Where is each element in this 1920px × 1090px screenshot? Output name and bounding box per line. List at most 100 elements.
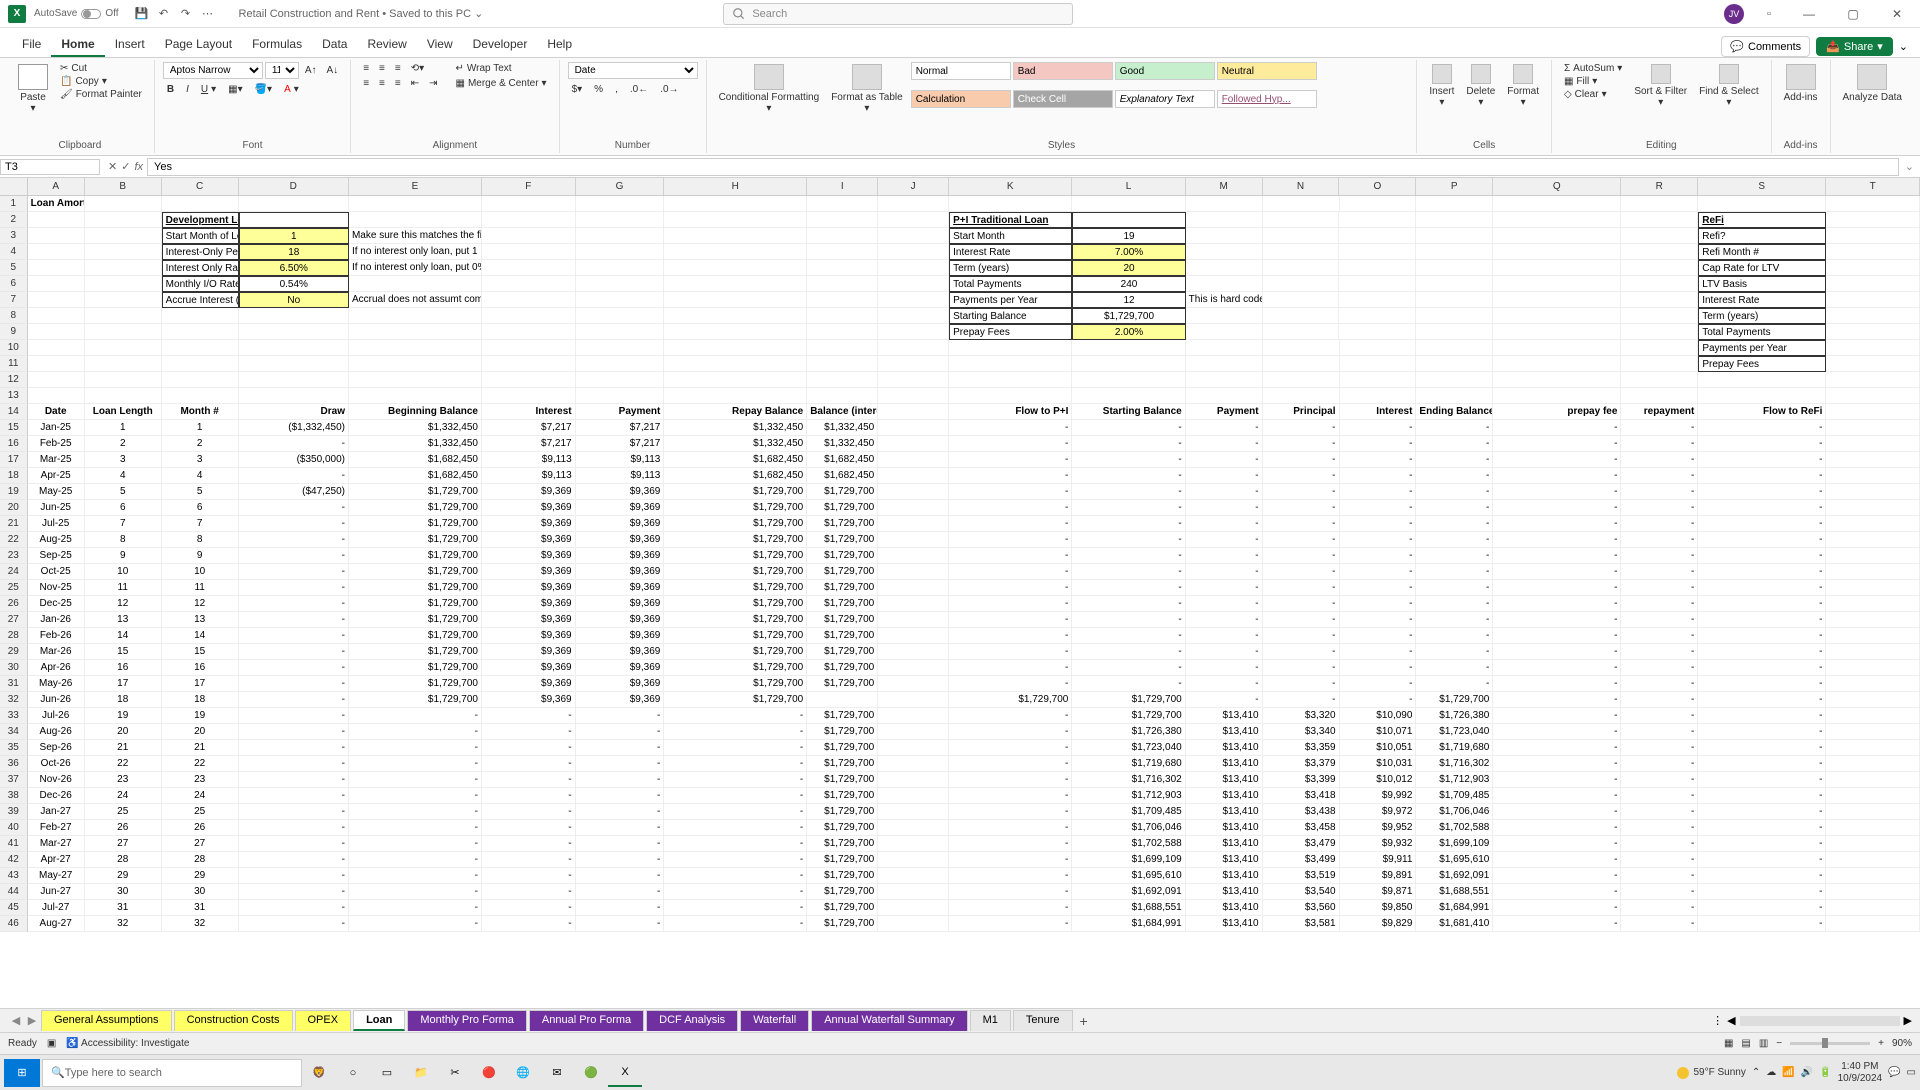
cell[interactable] xyxy=(28,292,85,308)
cell[interactable] xyxy=(807,244,878,260)
cell[interactable]: - xyxy=(1186,676,1263,692)
cell[interactable]: 32 xyxy=(85,916,162,932)
cell[interactable]: $1,688,551 xyxy=(1416,884,1493,900)
cell[interactable]: $9,113 xyxy=(576,468,665,484)
cell[interactable]: $7,217 xyxy=(482,436,576,452)
cell[interactable] xyxy=(239,340,349,356)
cell[interactable]: - xyxy=(1340,436,1417,452)
cell[interactable]: - xyxy=(239,836,349,852)
cell[interactable]: 10 xyxy=(162,564,239,580)
cell[interactable]: - xyxy=(239,756,349,772)
cell[interactable] xyxy=(1263,212,1340,228)
cell[interactable] xyxy=(807,212,878,228)
cell[interactable]: 11 xyxy=(85,580,162,596)
cell[interactable] xyxy=(1493,276,1621,292)
cell[interactable]: 8 xyxy=(162,532,239,548)
cell[interactable]: $1,729,700 xyxy=(807,660,878,676)
cell[interactable] xyxy=(1621,196,1698,212)
cell[interactable] xyxy=(949,372,1072,388)
cell[interactable] xyxy=(1072,388,1185,404)
cell[interactable]: - xyxy=(949,580,1072,596)
cell[interactable]: - xyxy=(1072,420,1185,436)
fill-color-button[interactable]: 🪣▾ xyxy=(251,83,276,96)
cell[interactable] xyxy=(878,436,949,452)
cell[interactable]: - xyxy=(349,852,482,868)
cell[interactable]: - xyxy=(1186,660,1263,676)
delete-cells-button[interactable]: Delete▾ xyxy=(1462,62,1499,110)
cell[interactable]: $9,932 xyxy=(1340,836,1417,852)
cell[interactable] xyxy=(878,340,949,356)
cell[interactable] xyxy=(878,628,949,644)
cell[interactable] xyxy=(1826,404,1920,420)
cell[interactable]: $1,684,991 xyxy=(1072,916,1185,932)
cell[interactable]: Jun-25 xyxy=(28,500,85,516)
cell[interactable] xyxy=(1826,692,1920,708)
cell[interactable]: $9,871 xyxy=(1340,884,1417,900)
cell[interactable] xyxy=(878,516,949,532)
cell[interactable] xyxy=(482,372,576,388)
cell[interactable] xyxy=(1826,548,1920,564)
cell[interactable]: - xyxy=(1340,564,1417,580)
cell[interactable]: - xyxy=(1416,564,1493,580)
cell[interactable] xyxy=(1186,308,1263,324)
cell[interactable]: Apr-25 xyxy=(28,468,85,484)
cell[interactable] xyxy=(1186,340,1263,356)
cell[interactable] xyxy=(664,308,807,324)
cell[interactable]: 12 xyxy=(85,596,162,612)
opera-icon[interactable]: 🔴 xyxy=(472,1059,506,1087)
align-top-button[interactable]: ≡ xyxy=(359,62,373,75)
cell[interactable]: - xyxy=(1493,516,1621,532)
sheet-tab-monthly-pro-forma[interactable]: Monthly Pro Forma xyxy=(407,1010,527,1031)
cell[interactable]: - xyxy=(949,868,1072,884)
cell[interactable]: - xyxy=(1340,500,1417,516)
cell[interactable] xyxy=(949,196,1072,212)
cell[interactable] xyxy=(85,292,162,308)
cell[interactable]: - xyxy=(1340,532,1417,548)
cell[interactable]: - xyxy=(349,756,482,772)
cell[interactable]: - xyxy=(949,436,1072,452)
cell[interactable] xyxy=(807,196,878,212)
cell[interactable] xyxy=(807,324,878,340)
cell[interactable]: $9,369 xyxy=(482,676,576,692)
cell[interactable]: - xyxy=(1621,612,1698,628)
cell[interactable] xyxy=(85,196,162,212)
cell[interactable] xyxy=(576,260,665,276)
cell[interactable]: 20 xyxy=(1072,260,1185,276)
cell[interactable] xyxy=(1263,244,1340,260)
taskbar-search[interactable]: 🔍 Type here to search xyxy=(42,1059,302,1087)
cell[interactable]: - xyxy=(349,772,482,788)
cell[interactable] xyxy=(239,356,349,372)
cell[interactable] xyxy=(878,260,949,276)
row-header[interactable]: 37 xyxy=(0,772,28,788)
cell[interactable] xyxy=(1826,724,1920,740)
cell[interactable] xyxy=(1416,292,1493,308)
undo-icon[interactable]: ↶ xyxy=(155,5,173,23)
cell[interactable]: $1,729,700 xyxy=(807,644,878,660)
cell[interactable] xyxy=(1698,372,1826,388)
cell[interactable]: - xyxy=(949,548,1072,564)
cell[interactable]: - xyxy=(1698,660,1826,676)
row-header[interactable]: 1 xyxy=(0,196,28,212)
cell[interactable]: 27 xyxy=(162,836,239,852)
cell[interactable]: - xyxy=(1186,420,1263,436)
user-avatar[interactable]: JV xyxy=(1724,4,1744,24)
cell[interactable] xyxy=(239,324,349,340)
cell[interactable] xyxy=(1826,260,1920,276)
cell[interactable]: - xyxy=(1186,452,1263,468)
cell[interactable] xyxy=(482,276,576,292)
cell[interactable]: - xyxy=(1698,468,1826,484)
cell[interactable]: - xyxy=(1072,484,1185,500)
cell[interactable] xyxy=(1340,340,1417,356)
cell[interactable]: - xyxy=(1698,676,1826,692)
row-header[interactable]: 36 xyxy=(0,756,28,772)
cell[interactable] xyxy=(1826,452,1920,468)
normal-view-icon[interactable]: ▦ xyxy=(1724,1038,1733,1049)
cell[interactable] xyxy=(1186,388,1263,404)
col-header-H[interactable]: H xyxy=(664,178,807,195)
cell[interactable] xyxy=(878,228,949,244)
cell[interactable]: - xyxy=(1263,516,1340,532)
cancel-formula-icon[interactable]: ✕ xyxy=(108,160,117,173)
cell[interactable]: - xyxy=(1698,548,1826,564)
cell[interactable]: 19 xyxy=(85,708,162,724)
cell[interactable]: - xyxy=(1621,468,1698,484)
